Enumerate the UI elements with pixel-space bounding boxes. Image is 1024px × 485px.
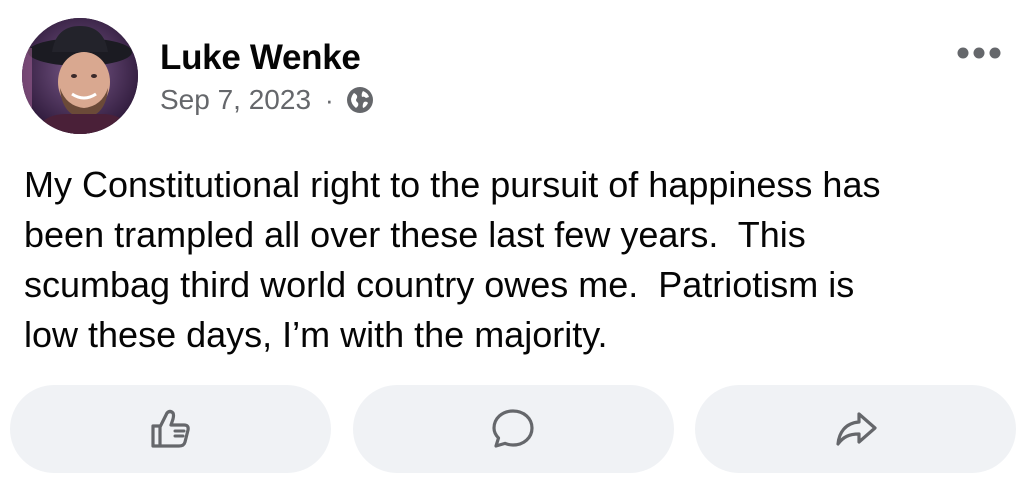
comment-button[interactable] (352, 385, 674, 473)
post-date[interactable]: Sep 7, 2023 (160, 84, 311, 116)
post-card: Luke Wenke Sep 7, 2023 · My Constitution… (0, 0, 1024, 485)
globe-icon[interactable] (346, 86, 374, 114)
like-button[interactable] (10, 385, 331, 473)
post-text: My Constitutional right to the pursuit o… (24, 164, 881, 355)
post-meta: Sep 7, 2023 · (160, 84, 374, 116)
profile-photo (22, 18, 138, 134)
like-icon (150, 409, 190, 448)
action-bar (10, 385, 1016, 473)
avatar[interactable] (22, 18, 138, 134)
share-button[interactable] (695, 385, 1016, 473)
more-options-icon[interactable] (954, 40, 1004, 66)
meta-separator: · (325, 84, 334, 115)
comment-icon (492, 409, 534, 448)
author-name[interactable]: Luke Wenke (160, 38, 361, 78)
share-icon (835, 412, 877, 446)
